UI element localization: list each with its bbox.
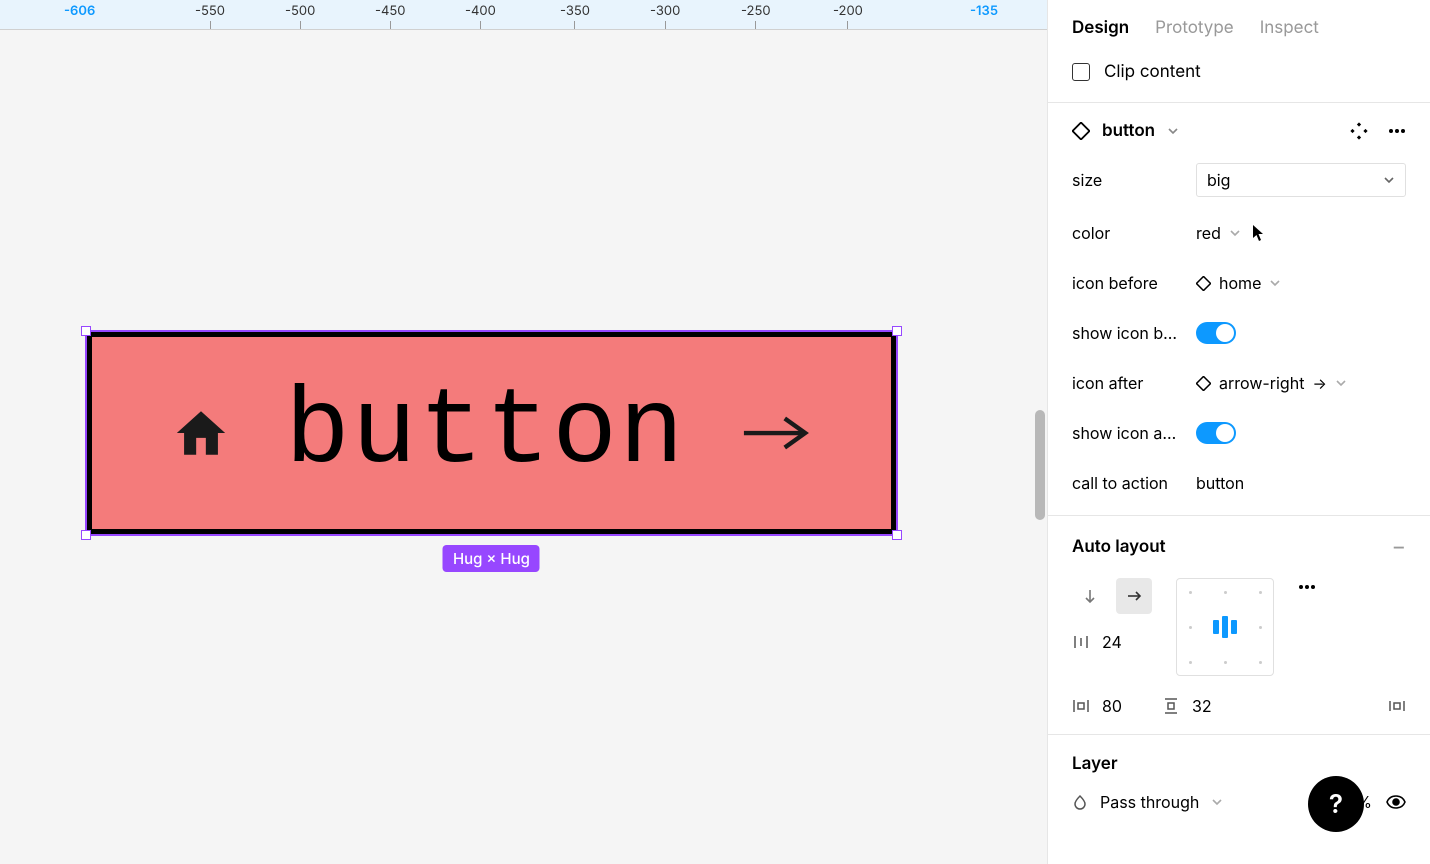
color-select[interactable]: red: [1196, 223, 1406, 243]
call-to-action-input[interactable]: button: [1196, 473, 1406, 493]
blend-mode-select[interactable]: Pass through: [1100, 792, 1199, 812]
ruler: -606 -550 -500 -450 -400 -350 -300 -250 …: [0, 0, 1047, 30]
chevron-down-icon[interactable]: [1167, 121, 1179, 141]
size-select[interactable]: big: [1196, 163, 1406, 197]
gap-icon: [1072, 633, 1090, 651]
prop-show-icon-after: show icon a...: [1072, 419, 1406, 447]
color-value: red: [1196, 223, 1221, 243]
clip-content-checkbox[interactable]: [1072, 63, 1090, 81]
icon-after-value: arrow-right: [1219, 373, 1304, 393]
instance-icon: [1196, 276, 1211, 291]
prop-show-icon-before: show icon b...: [1072, 319, 1406, 347]
ruler-tick: -400: [465, 0, 496, 19]
tab-design[interactable]: Design: [1072, 18, 1129, 38]
ruler-tick: -550: [195, 0, 225, 19]
gap-input[interactable]: 24: [1102, 632, 1122, 652]
remove-auto-layout-icon[interactable]: −: [1391, 534, 1406, 560]
arrow-right-glyph: →: [1312, 374, 1326, 393]
icon-after-select[interactable]: arrow-right →: [1196, 373, 1406, 393]
prop-label: call to action: [1072, 473, 1196, 493]
size-value: big: [1207, 170, 1230, 190]
auto-layout-title: Auto layout: [1072, 537, 1166, 557]
ruler-end: -135: [970, 0, 998, 19]
direction-horizontal-button[interactable]: [1116, 578, 1152, 614]
padding-v-input[interactable]: 32: [1192, 696, 1212, 716]
help-button[interactable]: ?: [1308, 776, 1364, 832]
alignment-grid[interactable]: [1176, 578, 1274, 676]
prop-icon-after: icon after arrow-right →: [1072, 369, 1406, 397]
prop-label: icon before: [1072, 273, 1196, 293]
prop-size: size big: [1072, 163, 1406, 197]
clip-content-label: Clip content: [1104, 62, 1201, 82]
ruler-tick: -500: [285, 0, 315, 19]
ruler-tick: -200: [833, 0, 863, 19]
component-icon: [1072, 122, 1090, 140]
icon-before-value: home: [1219, 273, 1261, 293]
blend-mode-icon: [1072, 794, 1088, 810]
panel-tabs: Design Prototype Inspect: [1048, 0, 1430, 50]
home-icon: [172, 404, 230, 462]
clip-content-row[interactable]: Clip content: [1048, 50, 1430, 102]
component-actions-icon[interactable]: [1350, 122, 1368, 140]
prop-label: show icon a...: [1072, 423, 1196, 443]
canvas[interactable]: button Hug × Hug: [0, 30, 1047, 864]
padding-horizontal-icon: [1072, 697, 1090, 715]
prop-icon-before: icon before home: [1072, 269, 1406, 297]
selection-size-badge: Hug × Hug: [443, 545, 540, 572]
canvas-area[interactable]: -606 -550 -500 -450 -400 -350 -300 -250 …: [0, 0, 1047, 864]
layer-title: Layer: [1072, 754, 1118, 774]
chevron-down-icon: [1229, 223, 1241, 243]
prop-label: show icon b...: [1072, 323, 1196, 343]
prop-label: icon after: [1072, 373, 1196, 393]
arrow-right-icon: [741, 408, 811, 458]
scrollbar[interactable]: [1035, 410, 1045, 520]
tab-prototype[interactable]: Prototype: [1155, 18, 1234, 38]
prop-call-to-action: call to action button: [1072, 469, 1406, 497]
selected-component[interactable]: button Hug × Hug: [85, 330, 898, 536]
prop-color: color red: [1072, 219, 1406, 247]
tab-inspect[interactable]: Inspect: [1260, 18, 1319, 38]
prop-label: size: [1072, 170, 1196, 190]
show-icon-before-toggle[interactable]: [1196, 322, 1236, 344]
padding-h-input[interactable]: 80: [1102, 696, 1122, 716]
direction-vertical-button[interactable]: [1072, 578, 1108, 614]
ruler-start: -606: [64, 0, 95, 19]
visibility-icon[interactable]: [1386, 795, 1406, 809]
individual-padding-icon[interactable]: [1388, 697, 1406, 715]
resize-handle[interactable]: [81, 530, 91, 540]
icon-before-select[interactable]: home: [1196, 273, 1406, 293]
component-name[interactable]: button: [1102, 121, 1155, 141]
more-icon[interactable]: [1388, 128, 1406, 134]
ruler-tick: -300: [650, 0, 680, 19]
button-label: button: [285, 372, 686, 494]
chevron-down-icon: [1269, 273, 1281, 293]
instance-icon: [1196, 376, 1211, 391]
ruler-tick: -250: [741, 0, 771, 19]
show-icon-after-toggle[interactable]: [1196, 422, 1236, 444]
cursor-icon: [1252, 224, 1266, 242]
chevron-down-icon: [1383, 170, 1395, 190]
ruler-tick: -350: [560, 0, 590, 19]
resize-handle[interactable]: [892, 530, 902, 540]
properties-panel: Design Prototype Inspect Clip content bu…: [1047, 0, 1430, 864]
resize-handle[interactable]: [892, 326, 902, 336]
chevron-down-icon: [1335, 373, 1347, 393]
padding-vertical-icon: [1162, 697, 1180, 715]
prop-label: color: [1072, 223, 1196, 243]
ruler-tick: -450: [375, 0, 405, 19]
chevron-down-icon: [1211, 792, 1223, 812]
resize-handle[interactable]: [81, 326, 91, 336]
button-component[interactable]: button: [87, 332, 896, 534]
auto-layout-more-icon[interactable]: [1298, 578, 1316, 590]
call-to-action-value: button: [1196, 473, 1244, 493]
